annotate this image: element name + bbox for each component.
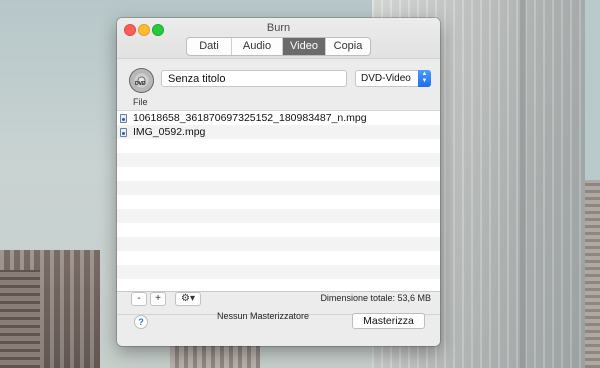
tab-video[interactable]: Video [283, 38, 326, 55]
empty-row [117, 181, 440, 195]
empty-row [117, 139, 440, 153]
help-button[interactable]: ? [134, 315, 148, 329]
file-name: 10618658_361870697325152_180983487_n.mpg [133, 112, 367, 124]
movie-file-icon [120, 128, 127, 137]
background-bottom-building [170, 345, 260, 368]
disc-format-select[interactable]: DVD-Video ▲ ▼ [355, 70, 431, 87]
total-size-label: Dimensione totale: 53,6 MB [320, 293, 431, 303]
file-list[interactable]: 10618658_361870697325152_180983487_n.mpg… [117, 110, 440, 292]
disc-name-input[interactable]: Senza titolo [161, 70, 347, 87]
file-row[interactable]: IMG_0592.mpg [117, 125, 440, 139]
movie-file-icon [120, 114, 127, 123]
remove-file-button[interactable]: - [131, 292, 147, 306]
gear-menu-button[interactable]: ⚙▾ [175, 292, 201, 306]
empty-row [117, 223, 440, 237]
empty-row [117, 251, 440, 265]
disc-format-value: DVD-Video [361, 73, 411, 84]
select-arrows-icon: ▲ ▼ [418, 70, 431, 87]
file-toolbar: - + ⚙▾ Dimensione totale: 53,6 MB [117, 292, 440, 312]
empty-row [117, 195, 440, 209]
empty-row [117, 279, 440, 293]
background-left-building-2 [0, 270, 40, 368]
window-title: Burn [266, 22, 291, 34]
recorder-status: Nessun Masterizzatore [217, 311, 310, 321]
tab-copia[interactable]: Copia [326, 38, 370, 55]
empty-row [117, 153, 440, 167]
add-file-button[interactable]: + [150, 292, 166, 306]
empty-row [117, 265, 440, 279]
empty-row [117, 237, 440, 251]
file-row[interactable]: 10618658_361870697325152_180983487_n.mpg [117, 111, 440, 125]
file-column-header[interactable]: File [133, 97, 148, 107]
tab-audio[interactable]: Audio [232, 38, 283, 55]
background-sky [585, 0, 600, 180]
empty-row [117, 209, 440, 223]
empty-row [117, 167, 440, 181]
background-right-building [585, 180, 600, 368]
file-name: IMG_0592.mpg [133, 126, 206, 138]
background-tower-edge [520, 0, 526, 368]
tab-dati[interactable]: Dati [187, 38, 232, 55]
burn-button[interactable]: Masterizza [352, 313, 425, 329]
title-bar[interactable]: Burn Dati Audio Video Copia [117, 18, 440, 59]
disc-icon-label: DVD [135, 81, 146, 87]
tab-bar: Dati Audio Video Copia [186, 37, 371, 56]
burn-window: Burn Dati Audio Video Copia DVD Senza ti… [117, 18, 440, 346]
